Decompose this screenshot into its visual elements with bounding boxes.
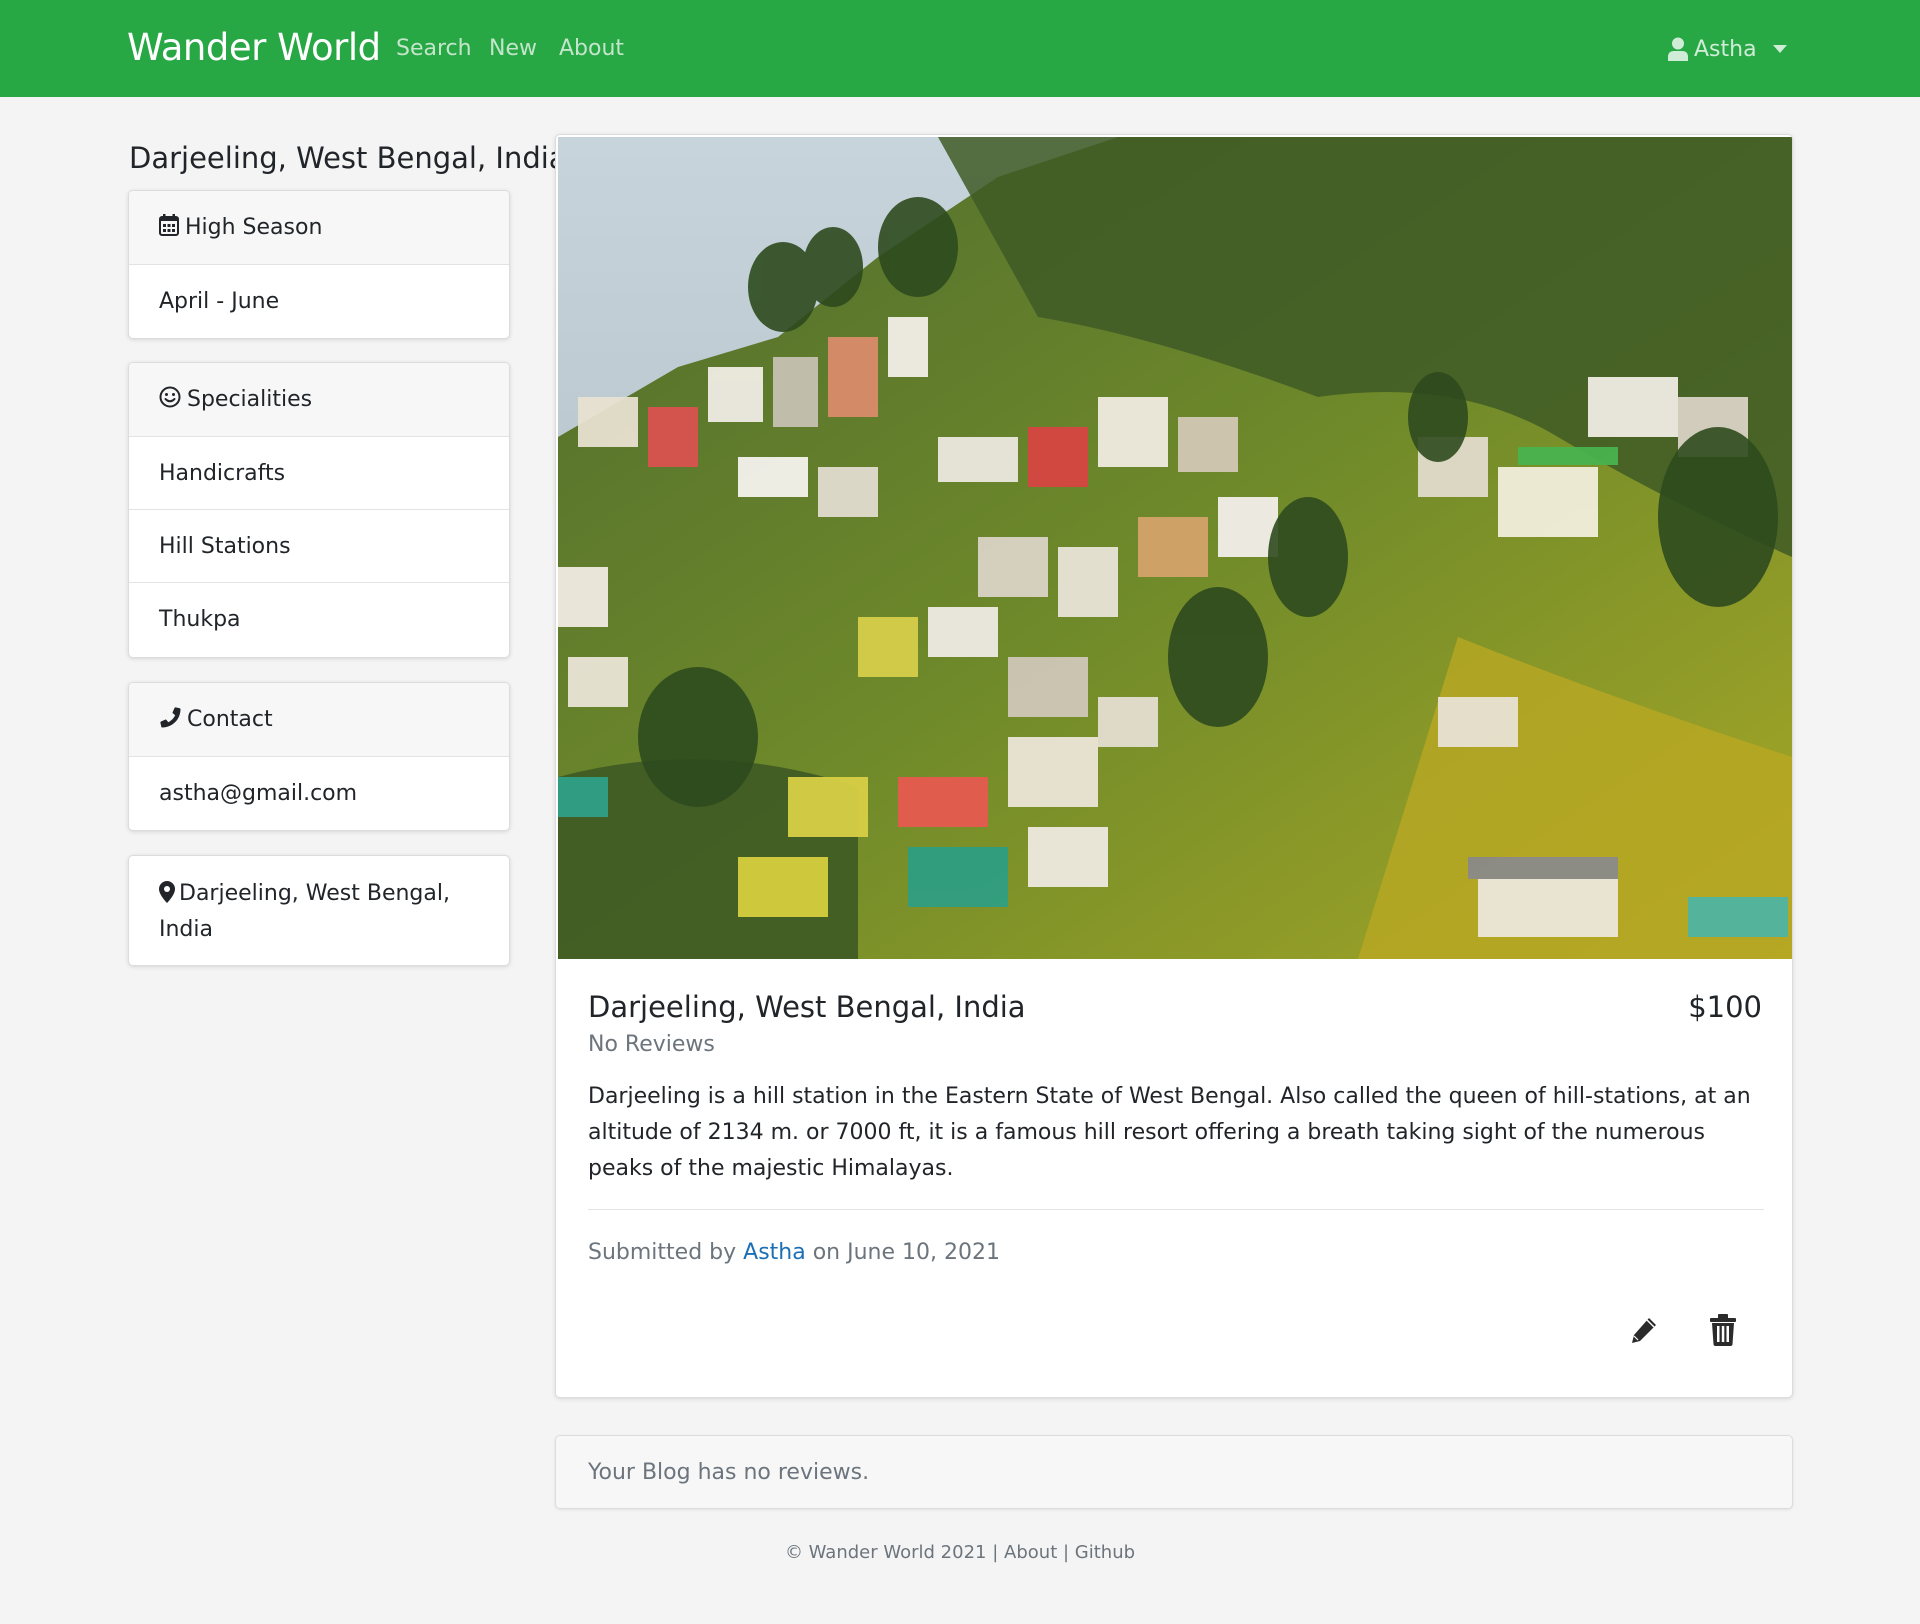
footer: © Wander World 2021 | About | Github — [0, 1540, 1920, 1566]
brand-logo[interactable]: Wander World — [127, 24, 381, 72]
submitted-prefix: Submitted by — [588, 1240, 737, 1265]
no-reviews-text: Your Blog has no reviews. — [588, 1459, 870, 1485]
nav-link-about[interactable]: About — [559, 34, 624, 64]
blog-description: Darjeeling is a hill station in the East… — [588, 1084, 1751, 1181]
pencil-icon — [1629, 1315, 1659, 1349]
reviews-panel: Your Blog has no reviews. — [555, 1435, 1793, 1509]
sidebar-title: Darjeeling, West Bengal, India — [129, 141, 567, 175]
nav-link-new[interactable]: New — [489, 34, 537, 64]
blog-price: $100 — [1688, 990, 1762, 1024]
user-name: Astha — [1694, 36, 1757, 62]
user-icon — [1668, 37, 1688, 61]
high-season-card: High Season April - June — [128, 190, 510, 339]
footer-separator: | — [992, 1542, 999, 1563]
speciality-item: Handicrafts — [129, 437, 509, 510]
map-marker-icon — [159, 881, 179, 906]
location-text-block: Darjeeling, West Bengal, India — [129, 856, 509, 965]
speciality-item: Thukpa — [159, 607, 241, 632]
footer-about-link[interactable]: About — [1004, 1542, 1057, 1563]
specialities-card: Specialities Handicrafts Hill Stations T… — [128, 362, 510, 658]
nav-link-search[interactable]: Search — [396, 34, 472, 64]
specialities-header: Specialities — [129, 363, 509, 437]
contact-card: Contact astha@gmail.com — [128, 682, 510, 831]
trash-icon — [1710, 1314, 1736, 1350]
location-text: Darjeeling, West Bengal, India — [159, 881, 450, 942]
calendar-icon — [159, 213, 179, 242]
submitted-date: on June 10, 2021 — [812, 1240, 1000, 1265]
blog-card: Darjeeling, West Bengal, India $100 No R… — [555, 134, 1793, 1398]
phone-icon — [159, 706, 181, 734]
footer-separator: | — [1062, 1542, 1070, 1563]
hill-town-photo — [558, 137, 1792, 959]
author-link[interactable]: Astha — [743, 1240, 806, 1265]
speciality-item: Hill Stations — [129, 510, 509, 583]
footer-copyright: © Wander World 2021 — [784, 1542, 987, 1563]
chevron-down-icon — [1772, 45, 1787, 53]
location-card: Darjeeling, West Bengal, India — [128, 855, 510, 966]
contact-header: Contact — [129, 683, 509, 757]
high-season-header: High Season — [129, 191, 509, 265]
edit-button[interactable] — [1624, 1312, 1664, 1352]
user-dropdown[interactable]: Astha — [1668, 34, 1787, 64]
contact-email: astha@gmail.com — [159, 781, 358, 806]
blog-title: Darjeeling, West Bengal, India — [588, 990, 1026, 1024]
divider — [588, 1209, 1764, 1210]
specialities-label: Specialities — [187, 387, 313, 412]
high-season-label: High Season — [185, 215, 323, 240]
submitted-info: Submitted by Astha on June 10, 2021 — [588, 1237, 1000, 1269]
footer-github-link[interactable]: Github — [1075, 1542, 1135, 1563]
contact-label: Contact — [187, 707, 273, 732]
smile-icon — [159, 386, 181, 414]
delete-button[interactable] — [1703, 1312, 1743, 1352]
review-count: No Reviews — [588, 1032, 715, 1057]
high-season-value: April - June — [159, 289, 280, 314]
top-navbar: Wander World Search New About Astha — [0, 0, 1920, 97]
